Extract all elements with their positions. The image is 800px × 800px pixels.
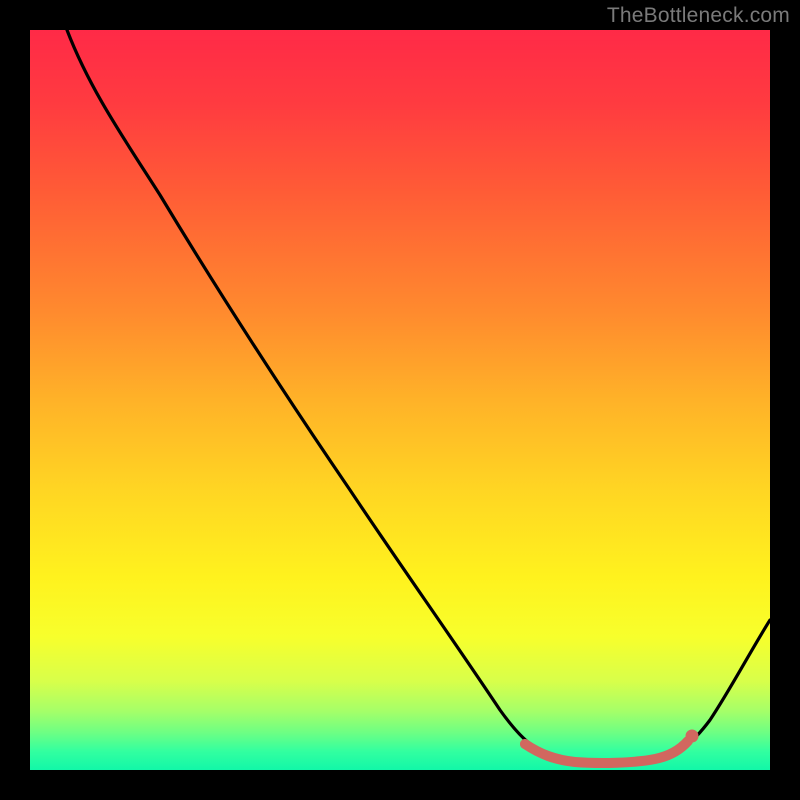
marker-dot-start <box>520 739 530 749</box>
chart-container: TheBottleneck.com <box>0 0 800 800</box>
marker-dot-end <box>686 730 699 743</box>
optimal-range-markers <box>30 30 770 770</box>
gradient-plot-area <box>30 30 770 770</box>
optimal-range-stroke <box>525 741 688 763</box>
watermark-text: TheBottleneck.com <box>607 4 790 28</box>
